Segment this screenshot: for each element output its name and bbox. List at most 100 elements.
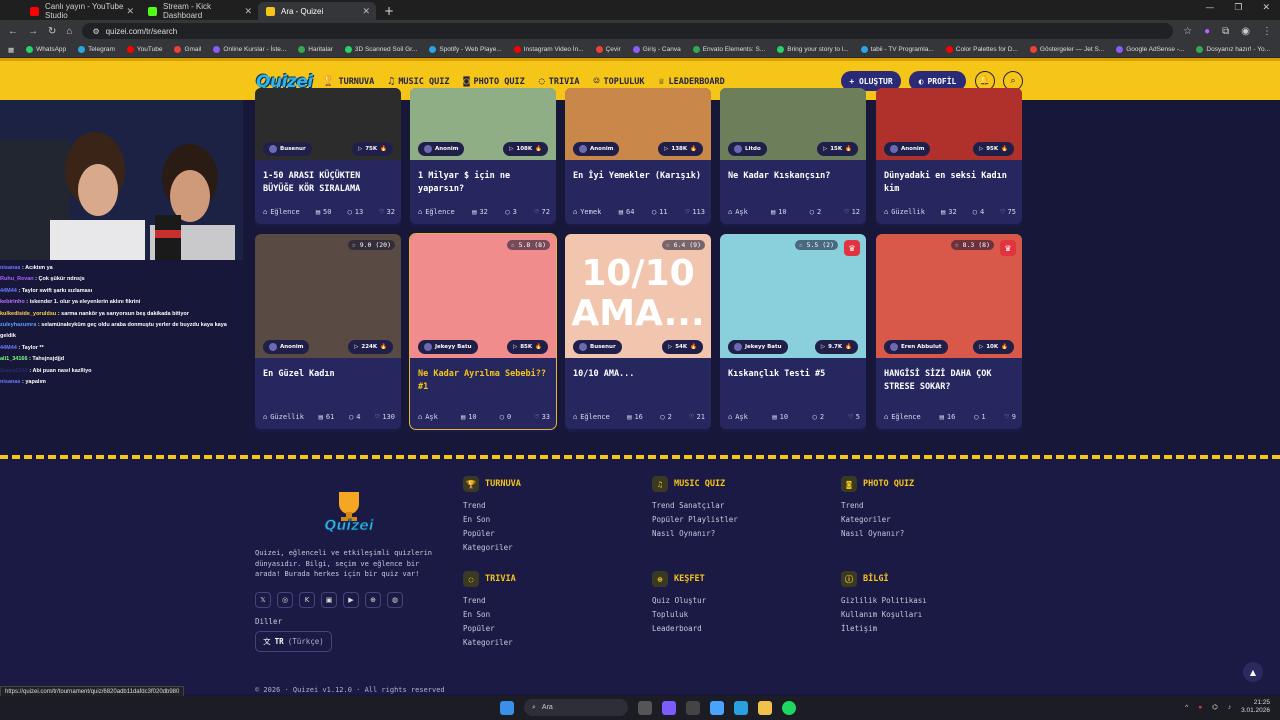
footer-link[interactable]: Popüler [463,527,521,541]
quiz-title[interactable]: 10/10 AMA... [565,368,711,381]
nav-leaderboard[interactable]: ♕ LEADERBOARD [658,76,724,87]
scroll-to-top-button[interactable]: ▲ [1243,662,1263,682]
close-icon[interactable]: ✕ [244,6,252,17]
footer-link[interactable]: Kategoriler [841,513,914,527]
microphone-icon[interactable]: ● [1198,704,1202,711]
bookmark-item[interactable]: Göstergeler — Jet S... [1029,46,1104,53]
like-count[interactable]: ♡ 32 [379,208,395,216]
footer-link[interactable]: Trend [463,594,516,608]
bookmark-item[interactable]: Çevir [595,46,621,53]
close-icon[interactable]: ✕ [362,6,370,17]
quiz-title[interactable]: Kıskançlık Testi #5 [720,368,866,381]
bookmark-star-icon[interactable]: ☆ [1183,26,1192,37]
quiz-thumbnail[interactable]: ☆ 5.5 (2) ♛ Jekeyy Batu ▷ 9.7K 🔥 [720,234,866,358]
footer-link[interactable]: Topluluk [652,608,706,622]
nav-trivia[interactable]: ◌ TRIVIA [539,76,580,87]
bookmark-item[interactable]: Bring your story to l... [777,46,849,53]
author-pill[interactable]: Anonim [263,340,310,354]
footer-link[interactable]: Trend [841,499,914,513]
bookmark-item[interactable]: Dosyanız hazır! - Yo... [1196,46,1270,53]
quiz-thumbnail[interactable]: Anonim ▷ 95K 🔥 [876,88,1022,160]
quiz-thumbnail[interactable]: ☆ 9.0 (20) Anonim ▷ 224K 🔥 [255,234,401,358]
footer-link[interactable]: Gizlilik Politikası [841,594,927,608]
taskbar-clock[interactable]: 21:25 3.01.2026 [1241,699,1270,715]
footer-link[interactable]: Popüler Playlistler [652,513,738,527]
quiz-title[interactable]: En İyi Yemekler (Karışık) [565,170,711,183]
bookmark-item[interactable]: Haritalar [298,46,333,53]
tab-youtube-studio[interactable]: Canlı yayın - YouTube Studio ✕ [22,2,140,20]
like-count[interactable]: ♡ 33 [534,413,550,421]
quiz-card[interactable]: Anonim ▷ 138K 🔥 En İyi Yemekler (Karışık) ⌂ Ye… [565,88,711,224]
spotify-icon[interactable] [782,700,796,715]
footer-logo[interactable]: Quizei [321,488,377,536]
quiz-thumbnail[interactable]: Anonim ▷ 138K 🔥 [565,88,711,160]
quiz-title[interactable]: En Güzel Kadın [255,368,401,381]
footer-link[interactable]: Nasıl Oynanır? [841,527,914,541]
close-icon[interactable]: ✕ [126,6,134,17]
quiz-thumbnail[interactable]: ☆ 8.3 (8) ♛ Eren Abbulut ▷ 10K 🔥 [876,234,1022,358]
nav-music-quiz[interactable]: ♫ MUSIC QUIZ [388,76,449,87]
quiz-title[interactable]: 1 Milyar $ için ne yaparsın? [410,170,556,196]
tab-kick-dashboard[interactable]: Stream - Kick Dashboard ✕ [140,2,258,20]
like-count[interactable]: ♡ 5 [849,413,860,421]
quiz-card[interactable]: Busenur ▷ 75K 🔥 1-50 ARASI KÜÇÜKTEN BÜYÜĞE K… [255,88,401,224]
quiz-card[interactable]: ☆ 5.8 (8) Jekeyy Batu ▷ 85K 🔥 Ne Kadar Ayrılm… [409,233,557,430]
bookmark-item[interactable]: YouTube [126,46,162,53]
quiz-thumbnail[interactable]: 10/10 AMA... ☆ 6.4 (9) Busenur ▷ 54K 🔥 [565,234,711,358]
app-icon[interactable] [686,700,700,715]
like-count[interactable]: ♡ 75 [1000,208,1016,216]
url-field[interactable]: ⚙ quizei.com/tr/search [82,23,1174,39]
bookmark-item[interactable]: Online Kurslar - İste... [213,46,286,53]
bookmark-item[interactable]: Instagram Video İn... [513,46,584,53]
file-explorer-icon[interactable] [758,700,772,715]
kick-icon[interactable]: K [299,592,315,608]
taskbar-search[interactable]: ⌕ Ara [524,699,628,716]
minimize-icon[interactable]: — [1205,3,1214,13]
quiz-title[interactable]: Dünyadaki en seksi Kadın kim [876,170,1022,196]
footer-link[interactable]: Nasıl Oynanır? [652,527,738,541]
bookmark-item[interactable]: Envato Elements: S... [692,46,765,53]
forward-icon[interactable]: → [28,26,38,37]
quiz-title[interactable]: HANGİSİ SİZİ DAHA ÇOK STRESE SOKAR? [876,368,1022,394]
footer-link[interactable]: Kategoriler [463,636,516,650]
like-count[interactable]: ♡ 12 [844,208,860,216]
reload-icon[interactable]: ↻ [48,26,56,37]
quiz-thumbnail[interactable]: ☆ 5.8 (8) Jekeyy Batu ▷ 85K 🔥 [410,234,556,358]
tab-quizei[interactable]: Ara - Quizei ✕ [258,2,376,20]
task-view-icon[interactable] [638,700,652,715]
author-pill[interactable]: Litdo [728,142,767,156]
like-count[interactable]: ♡ 113 [685,208,705,216]
quiz-card[interactable]: ☆ 5.5 (2) ♛ Jekeyy Batu ▷ 9.7K 🔥 Kıskançlık Te… [720,234,866,429]
tray-chevron-icon[interactable]: ^ [1185,704,1188,711]
extensions-puzzle-icon[interactable]: ⧉ [1222,26,1229,37]
bookmark-item[interactable]: Color Palettes for D... [945,46,1018,53]
quiz-thumbnail[interactable]: Busenur ▷ 75K 🔥 [255,88,401,160]
bookmark-item[interactable]: Gmail [174,46,201,53]
youtube-icon[interactable]: ▶ [343,592,359,608]
nav-photo-quiz[interactable]: ◙ PHOTO QUIZ [464,76,525,87]
apps-grid-icon[interactable]: ▦ [8,46,14,54]
twitch-icon[interactable]: ▣ [321,592,337,608]
footer-link[interactable]: İletişim [841,622,927,636]
like-count[interactable]: ♡ 130 [375,413,395,421]
author-pill[interactable]: Eren Abbulut [884,340,948,354]
site-info-icon[interactable]: ⚙ [92,27,99,36]
bookmark-item[interactable]: Spotify - Web Playe... [429,46,502,53]
bookmark-item[interactable]: 3D Scanned Soil Gr... [344,46,417,53]
home-icon[interactable]: ⌂ [66,26,72,37]
author-pill[interactable]: Anonim [418,142,465,156]
author-pill[interactable]: Jekeyy Batu [418,340,478,354]
app-icon[interactable] [662,700,676,715]
new-tab-button[interactable]: + [384,2,394,20]
footer-link[interactable]: En Son [463,513,521,527]
menu-kebab-icon[interactable]: ⋮ [1262,26,1272,37]
like-count[interactable]: ♡ 21 [689,413,705,421]
like-count[interactable]: ♡ 9 [1005,413,1016,421]
quiz-thumbnail[interactable]: Litdo ▷ 15K 🔥 [720,88,866,160]
quiz-title[interactable]: Ne Kadar Kıskançsın? [720,170,866,183]
author-pill[interactable]: Busenur [263,142,312,156]
footer-link[interactable]: Kullanım Koşulları [841,608,927,622]
quiz-card[interactable]: Litdo ▷ 15K 🔥 Ne Kadar Kıskançsın? ⌂ Aşk ▤ 10 ◯ 2 ♡… [720,88,866,224]
bookmark-item[interactable]: Google AdSense -... [1116,46,1184,53]
bookmark-item[interactable]: Telegram [78,46,115,53]
